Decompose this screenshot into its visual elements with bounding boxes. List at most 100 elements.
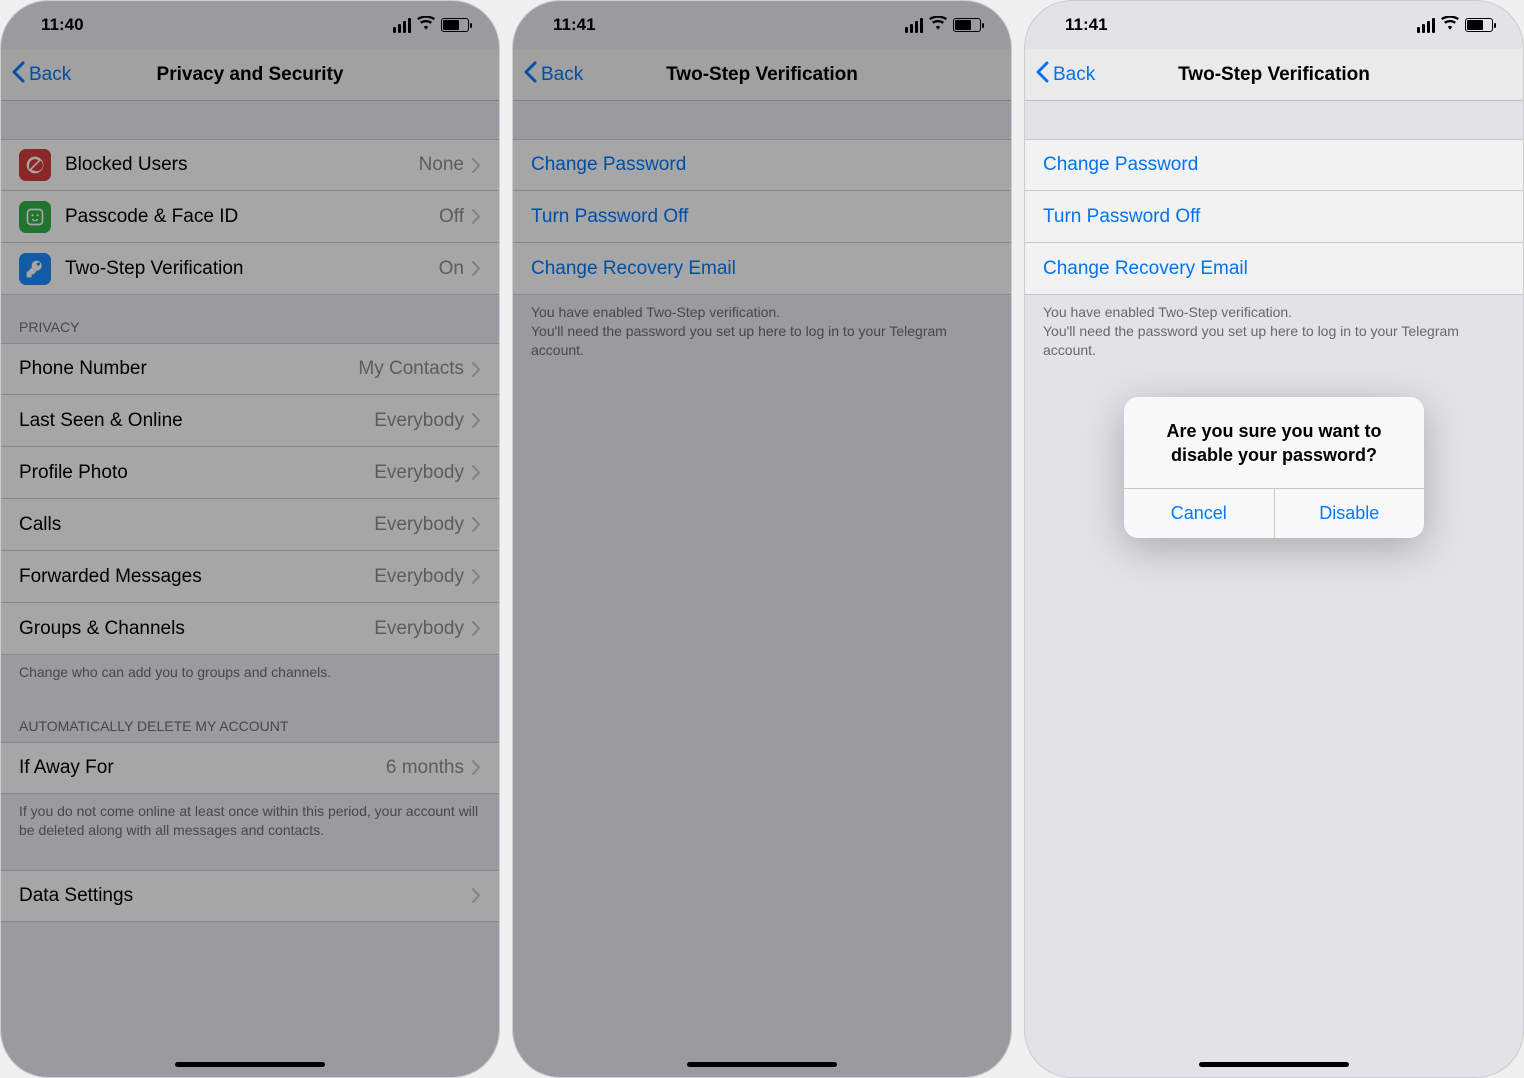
row-label: Change Recovery Email [531, 258, 993, 280]
section-footer: You have enabled Two-Step verification. … [513, 295, 1011, 372]
row-value: Everybody [374, 410, 464, 432]
row-label: Calls [19, 514, 374, 536]
row-value: None [419, 154, 464, 176]
nav-bar: Back Privacy and Security [1, 49, 499, 101]
battery-icon [953, 18, 981, 32]
status-bar: 11:40 [1, 1, 499, 49]
row-passcode-faceid[interactable]: Passcode & Face ID Off [1, 191, 499, 243]
status-bar: 11:41 [513, 1, 1011, 49]
row-profile-photo[interactable]: Profile Photo Everybody [1, 447, 499, 499]
battery-icon [1465, 18, 1493, 32]
row-two-step-verification[interactable]: Two-Step Verification On [1, 243, 499, 295]
section-header-privacy: PRIVACY [1, 295, 499, 343]
row-label: Last Seen & Online [19, 410, 374, 432]
row-value: Everybody [374, 462, 464, 484]
nav-bar: Back Two-Step Verification [1025, 49, 1523, 101]
row-data-settings[interactable]: Data Settings [1, 870, 499, 922]
row-change-recovery-email[interactable]: Change Recovery Email [513, 243, 1011, 295]
home-indicator[interactable] [687, 1062, 837, 1067]
row-value: On [439, 258, 464, 280]
row-change-password[interactable]: Change Password [1025, 139, 1523, 191]
chevron-right-icon [472, 888, 481, 903]
back-label: Back [1053, 64, 1095, 86]
section-footer: You have enabled Two-Step verification. … [1025, 295, 1523, 372]
row-label: If Away For [19, 757, 386, 779]
chevron-right-icon [472, 569, 481, 584]
back-button[interactable]: Back [513, 61, 583, 89]
row-label: Turn Password Off [531, 206, 993, 228]
row-phone-number[interactable]: Phone Number My Contacts [1, 343, 499, 395]
row-value: Everybody [374, 618, 464, 640]
home-indicator[interactable] [175, 1062, 325, 1067]
disable-button[interactable]: Disable [1274, 489, 1425, 538]
chevron-right-icon [472, 413, 481, 428]
row-label: Forwarded Messages [19, 566, 374, 588]
row-change-password[interactable]: Change Password [513, 139, 1011, 191]
row-label: Data Settings [19, 885, 472, 907]
section-footer-privacy: Change who can add you to groups and cha… [1, 655, 499, 694]
chevron-right-icon [472, 760, 481, 775]
battery-icon [441, 18, 469, 32]
nav-bar: Back Two-Step Verification [513, 49, 1011, 101]
status-icons [1417, 15, 1493, 35]
row-value: Everybody [374, 566, 464, 588]
status-icons [905, 15, 981, 35]
row-value: Everybody [374, 514, 464, 536]
row-label: Phone Number [19, 358, 358, 380]
row-value: My Contacts [358, 358, 464, 380]
row-if-away-for[interactable]: If Away For 6 months [1, 742, 499, 794]
faceid-icon [19, 201, 51, 233]
row-label: Groups & Channels [19, 618, 374, 640]
row-label: Change Password [1043, 154, 1505, 176]
row-blocked-users[interactable]: Blocked Users None [1, 139, 499, 191]
status-time: 11:40 [41, 15, 84, 35]
wifi-icon [1441, 15, 1459, 35]
chevron-right-icon [472, 517, 481, 532]
back-button[interactable]: Back [1025, 61, 1095, 89]
status-time: 11:41 [1065, 15, 1108, 35]
chevron-right-icon [472, 621, 481, 636]
chevron-right-icon [472, 158, 481, 173]
screen-privacy-security: 11:40 Back Privacy and Security Blocked … [0, 0, 500, 1078]
cancel-button[interactable]: Cancel [1124, 489, 1274, 538]
row-label: Change Password [531, 154, 993, 176]
section-header-delete: AUTOMATICALLY DELETE MY ACCOUNT [1, 694, 499, 742]
row-value: Off [439, 206, 464, 228]
key-icon [19, 253, 51, 285]
back-label: Back [29, 64, 71, 86]
row-change-recovery-email[interactable]: Change Recovery Email [1025, 243, 1523, 295]
row-forwarded-messages[interactable]: Forwarded Messages Everybody [1, 551, 499, 603]
row-groups-channels[interactable]: Groups & Channels Everybody [1, 603, 499, 655]
page-title: Two-Step Verification [1025, 64, 1523, 86]
row-last-seen[interactable]: Last Seen & Online Everybody [1, 395, 499, 447]
chevron-right-icon [472, 362, 481, 377]
row-turn-password-off[interactable]: Turn Password Off [513, 191, 1011, 243]
chevron-left-icon [11, 61, 25, 89]
status-time: 11:41 [553, 15, 596, 35]
back-button[interactable]: Back [1, 61, 71, 89]
row-label: Change Recovery Email [1043, 258, 1505, 280]
chevron-right-icon [472, 465, 481, 480]
chevron-left-icon [523, 61, 537, 89]
screen-two-step-verification: 11:41 Back Two-Step Verification Change … [512, 0, 1012, 1078]
row-label: Blocked Users [65, 154, 419, 176]
row-label: Two-Step Verification [65, 258, 439, 280]
chevron-right-icon [472, 209, 481, 224]
blocked-icon [19, 149, 51, 181]
wifi-icon [929, 15, 947, 35]
row-calls[interactable]: Calls Everybody [1, 499, 499, 551]
wifi-icon [417, 15, 435, 35]
status-bar: 11:41 [1025, 1, 1523, 49]
row-turn-password-off[interactable]: Turn Password Off [1025, 191, 1523, 243]
home-indicator[interactable] [1199, 1062, 1349, 1067]
row-label: Passcode & Face ID [65, 206, 439, 228]
page-title: Two-Step Verification [513, 64, 1011, 86]
row-value: 6 months [386, 757, 464, 779]
back-label: Back [541, 64, 583, 86]
status-icons [393, 15, 469, 35]
signal-icon [393, 18, 411, 33]
chevron-left-icon [1035, 61, 1049, 89]
section-footer-delete: If you do not come online at least once … [1, 794, 499, 852]
row-label: Turn Password Off [1043, 206, 1505, 228]
signal-icon [905, 18, 923, 33]
